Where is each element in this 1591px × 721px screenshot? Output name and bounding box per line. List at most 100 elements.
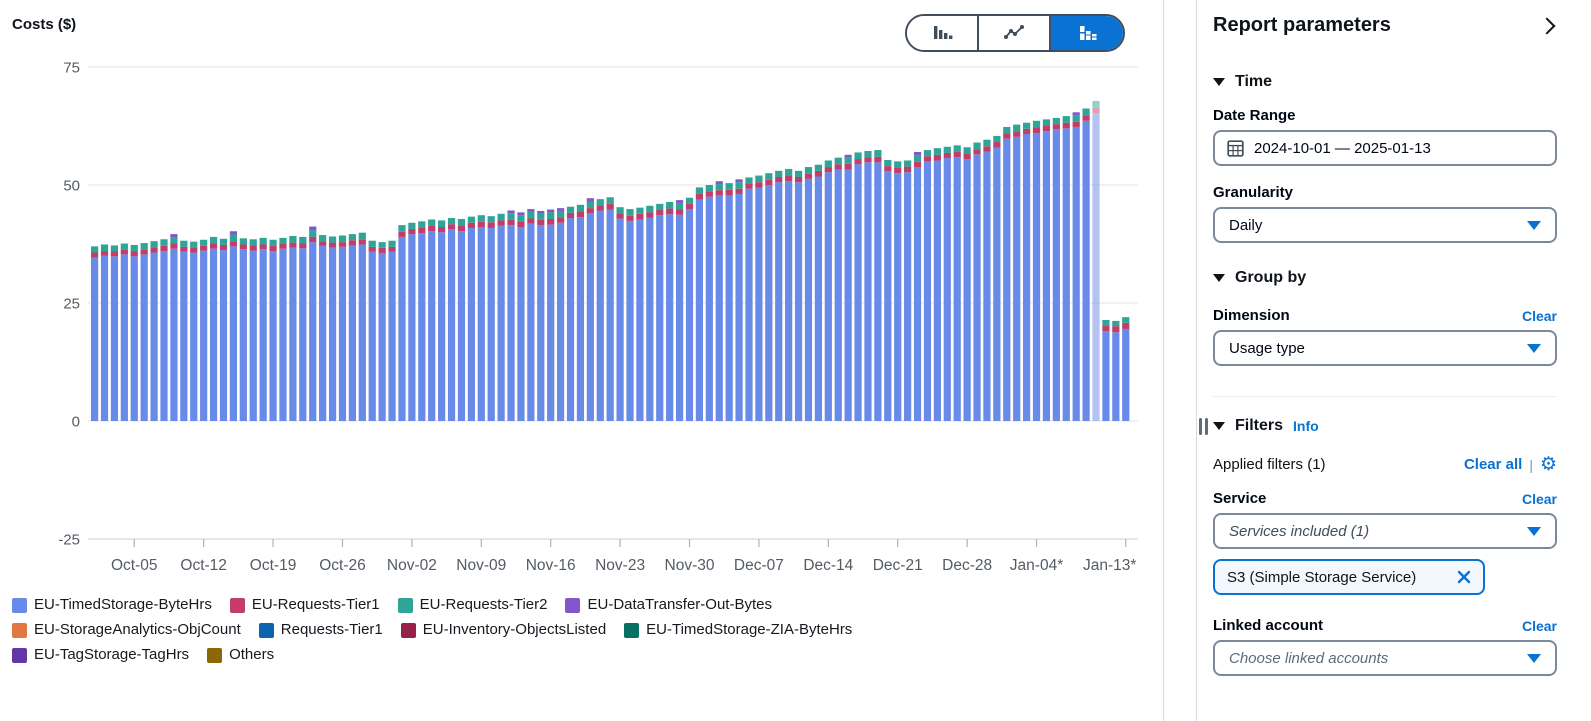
- stacked-bar[interactable]: [537, 210, 545, 421]
- stacked-bar[interactable]: [249, 239, 257, 421]
- bar-segment[interactable]: [715, 195, 723, 421]
- bar-segment[interactable]: [428, 219, 436, 226]
- bar-segment[interactable]: [616, 218, 624, 421]
- bar-segment[interactable]: [913, 161, 922, 168]
- bar-segment[interactable]: [814, 176, 822, 421]
- bar-segment[interactable]: [804, 167, 813, 174]
- service-clear-link[interactable]: Clear: [1522, 491, 1557, 507]
- bar-segment[interactable]: [418, 233, 426, 421]
- bar-segment[interactable]: [1052, 129, 1060, 421]
- bar-segment[interactable]: [507, 210, 515, 214]
- bar-segment[interactable]: [933, 160, 941, 421]
- stacked-bar[interactable]: [943, 146, 951, 421]
- stacked-bar[interactable]: [338, 235, 347, 421]
- bar-segment[interactable]: [328, 247, 337, 421]
- bar-segment[interactable]: [1082, 115, 1090, 121]
- bar-segment[interactable]: [497, 213, 505, 221]
- bar-segment[interactable]: [715, 181, 723, 185]
- bar-segment[interactable]: [269, 239, 277, 246]
- stacked-bar[interactable]: [457, 218, 466, 421]
- bar-segment[interactable]: [140, 249, 148, 255]
- stacked-bar[interactable]: [239, 238, 247, 421]
- bar-segment[interactable]: [150, 252, 158, 421]
- stacked-bar[interactable]: [140, 243, 148, 421]
- stacked-bar[interactable]: [1032, 120, 1041, 421]
- bar-segment[interactable]: [765, 173, 773, 180]
- stacked-bar[interactable]: [328, 236, 337, 421]
- bar-segment[interactable]: [675, 202, 684, 210]
- bar-segment[interactable]: [269, 251, 277, 421]
- bar-segment[interactable]: [398, 231, 406, 237]
- bar-segment[interactable]: [894, 168, 902, 174]
- bar-segment[interactable]: [557, 217, 565, 223]
- bar-segment[interactable]: [1042, 131, 1051, 421]
- stacked-bar[interactable]: [547, 209, 555, 421]
- bar-segment[interactable]: [100, 251, 109, 256]
- bar-segment[interactable]: [229, 241, 238, 247]
- bar-segment[interactable]: [884, 171, 892, 421]
- bar-segment[interactable]: [685, 209, 694, 421]
- bar-segment[interactable]: [249, 239, 257, 246]
- bar-segment[interactable]: [656, 210, 664, 216]
- bar-segment[interactable]: [933, 154, 941, 161]
- bar-segment[interactable]: [973, 142, 981, 150]
- stacked-bar[interactable]: [814, 164, 822, 421]
- bar-segment[interactable]: [794, 176, 803, 183]
- bar-segment[interactable]: [646, 217, 654, 421]
- bar-segment[interactable]: [1023, 134, 1031, 422]
- bar-segment[interactable]: [1052, 117, 1060, 125]
- bar-segment[interactable]: [894, 161, 902, 169]
- bar-segment[interactable]: [973, 149, 981, 155]
- bar-segment[interactable]: [477, 215, 485, 222]
- bar-segment[interactable]: [596, 205, 604, 211]
- bar-segment[interactable]: [487, 227, 495, 421]
- bar-segment[interactable]: [557, 222, 565, 421]
- stacked-bar[interactable]: [705, 185, 713, 421]
- bar-segment[interactable]: [953, 151, 961, 158]
- bar-segment[interactable]: [229, 246, 238, 421]
- stacked-bar[interactable]: [894, 161, 902, 421]
- bar-segment[interactable]: [844, 163, 852, 170]
- bar-segment[interactable]: [428, 225, 436, 232]
- bar-segment[interactable]: [368, 251, 376, 421]
- bar-segment[interactable]: [804, 173, 813, 179]
- bar-segment[interactable]: [943, 152, 951, 159]
- bar-segment[interactable]: [319, 241, 327, 246]
- bar-segment[interactable]: [844, 157, 852, 164]
- granularity-select[interactable]: Daily: [1213, 207, 1557, 243]
- bar-segment[interactable]: [586, 201, 594, 209]
- bar-segment[interactable]: [1102, 319, 1110, 326]
- stacked-bar[interactable]: [566, 206, 575, 421]
- stacked-bar[interactable]: [1023, 122, 1031, 422]
- bar-segment[interactable]: [289, 235, 297, 243]
- bar-segment[interactable]: [279, 237, 287, 244]
- bar-segment[interactable]: [527, 211, 535, 219]
- bar-segment[interactable]: [170, 234, 178, 238]
- bar-segment[interactable]: [586, 213, 594, 421]
- bar-segment[interactable]: [735, 188, 743, 194]
- bar-segment[interactable]: [695, 187, 704, 194]
- stacked-bar[interactable]: [130, 244, 138, 421]
- bar-segment[interactable]: [844, 169, 852, 421]
- bar-segment[interactable]: [864, 162, 872, 421]
- bar-segment[interactable]: [864, 157, 872, 163]
- bar-segment[interactable]: [100, 244, 109, 252]
- bar-segment[interactable]: [239, 244, 247, 250]
- bar-segment[interactable]: [358, 232, 366, 240]
- stacked-bar[interactable]: [418, 221, 426, 421]
- bar-segment[interactable]: [745, 188, 753, 421]
- bar-segment[interactable]: [973, 154, 981, 421]
- bar-segment[interactable]: [259, 249, 267, 421]
- bar-segment[interactable]: [913, 155, 922, 162]
- stacked-bar[interactable]: [824, 160, 832, 421]
- bar-segment[interactable]: [1052, 124, 1060, 130]
- stacked-bar[interactable]: [100, 244, 109, 421]
- linked-account-select[interactable]: Choose linked accounts: [1213, 640, 1557, 676]
- stacked-bar[interactable]: [675, 200, 684, 421]
- bar-segment[interactable]: [666, 214, 674, 421]
- filters-info-link[interactable]: Info: [1293, 418, 1319, 434]
- stacked-bar[interactable]: [289, 235, 297, 421]
- bar-segment[interactable]: [566, 212, 575, 219]
- stacked-bar[interactable]: [775, 170, 783, 421]
- bar-segment[interactable]: [358, 244, 366, 421]
